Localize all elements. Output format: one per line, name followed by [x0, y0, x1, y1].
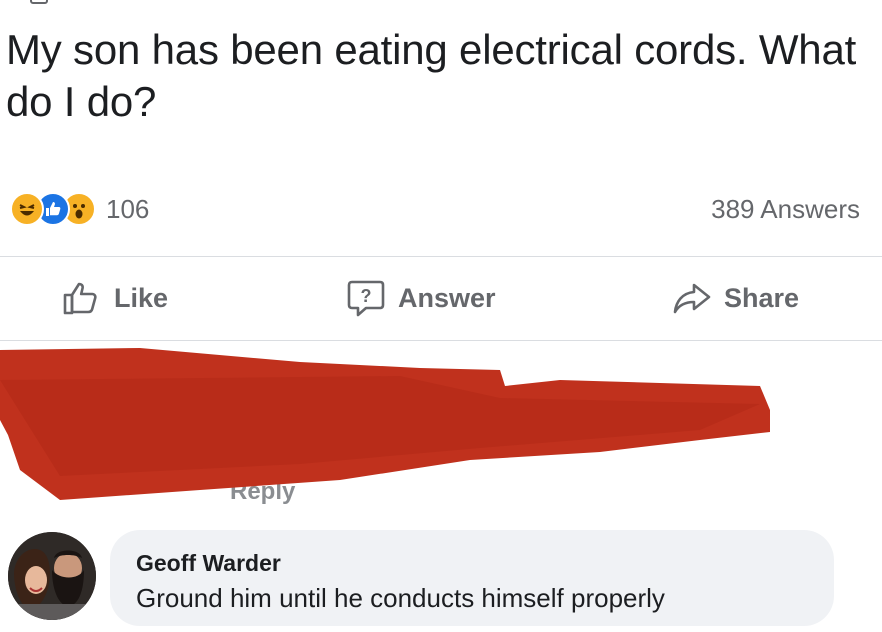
- comment-author[interactable]: Geoff Warder: [136, 548, 834, 578]
- share-button[interactable]: Share: [672, 258, 799, 338]
- question-bubble-icon: ?: [347, 280, 385, 317]
- share-label: Share: [724, 282, 800, 313]
- reaction-summary[interactable]: 106: [10, 192, 149, 226]
- like-button[interactable]: Like: [62, 258, 168, 338]
- reaction-count: 106: [106, 193, 150, 224]
- post-meta: [30, 0, 48, 8]
- audience-icon: [30, 0, 48, 4]
- answers-count-link[interactable]: 389 Answers: [711, 194, 860, 225]
- action-bar: Like ? Answer Share: [0, 258, 882, 338]
- commenter-avatar[interactable]: [8, 532, 96, 620]
- redaction-scribble: [0, 348, 770, 500]
- haha-reaction-icon: [10, 192, 44, 226]
- svg-text:?: ?: [361, 286, 372, 306]
- answer-button[interactable]: ? Answer: [346, 258, 496, 338]
- like-label: Like: [114, 282, 169, 313]
- comment-bubble: Geoff Warder Ground him until he conduct…: [110, 530, 834, 626]
- share-arrow-icon: [673, 283, 711, 314]
- answer-label: Answer: [398, 282, 496, 313]
- comment-text: Ground him until he conducts himself pro…: [136, 583, 665, 613]
- divider: [0, 256, 882, 257]
- thumbs-up-icon: [63, 282, 97, 315]
- post-question: My son has been eating electrical cords.…: [6, 26, 857, 125]
